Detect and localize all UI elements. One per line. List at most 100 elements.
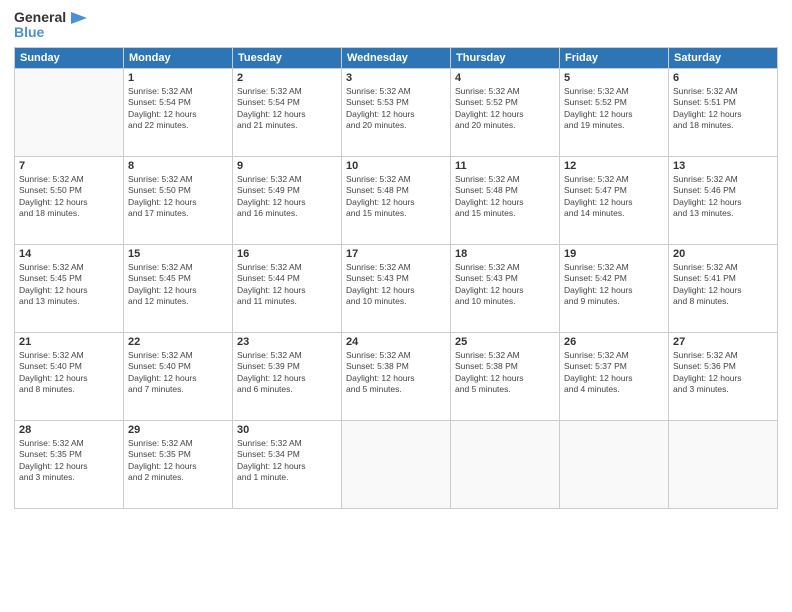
day-number: 18 — [455, 248, 555, 260]
calendar-cell: 1 Sunrise: 5:32 AM Sunset: 5:54 PM Daylig… — [124, 68, 233, 156]
day-info: Sunrise: 5:32 AM Sunset: 5:38 PM Dayligh… — [346, 350, 446, 396]
day-number: 10 — [346, 160, 446, 172]
day-number: 22 — [128, 336, 228, 348]
day-info: Sunrise: 5:32 AM Sunset: 5:53 PM Dayligh… — [346, 86, 446, 132]
day-info: Sunrise: 5:32 AM Sunset: 5:52 PM Dayligh… — [455, 86, 555, 132]
calendar-cell: 17 Sunrise: 5:32 AM Sunset: 5:43 PM Dayli… — [342, 244, 451, 332]
day-number: 28 — [19, 424, 119, 436]
day-info: Sunrise: 5:32 AM Sunset: 5:47 PM Dayligh… — [564, 174, 664, 220]
calendar-cell: 30 Sunrise: 5:32 AM Sunset: 5:34 PM Dayli… — [233, 420, 342, 508]
day-number: 26 — [564, 336, 664, 348]
day-number: 9 — [237, 160, 337, 172]
day-number: 19 — [564, 248, 664, 260]
day-info: Sunrise: 5:32 AM Sunset: 5:35 PM Dayligh… — [19, 438, 119, 484]
day-number: 24 — [346, 336, 446, 348]
day-info: Sunrise: 5:32 AM Sunset: 5:51 PM Dayligh… — [673, 86, 773, 132]
day-number: 30 — [237, 424, 337, 436]
calendar-cell: 13 Sunrise: 5:32 AM Sunset: 5:46 PM Dayli… — [669, 156, 778, 244]
calendar-cell: 5 Sunrise: 5:32 AM Sunset: 5:52 PM Daylig… — [560, 68, 669, 156]
day-info: Sunrise: 5:32 AM Sunset: 5:38 PM Dayligh… — [455, 350, 555, 396]
calendar-cell: 20 Sunrise: 5:32 AM Sunset: 5:41 PM Dayli… — [669, 244, 778, 332]
calendar-table: SundayMondayTuesdayWednesdayThursdayFrid… — [14, 47, 778, 509]
day-info: Sunrise: 5:32 AM Sunset: 5:45 PM Dayligh… — [128, 262, 228, 308]
day-number: 6 — [673, 72, 773, 84]
calendar-cell: 14 Sunrise: 5:32 AM Sunset: 5:45 PM Dayli… — [15, 244, 124, 332]
day-info: Sunrise: 5:32 AM Sunset: 5:34 PM Dayligh… — [237, 438, 337, 484]
day-info: Sunrise: 5:32 AM Sunset: 5:44 PM Dayligh… — [237, 262, 337, 308]
calendar-cell — [560, 420, 669, 508]
calendar-cell: 6 Sunrise: 5:32 AM Sunset: 5:51 PM Daylig… — [669, 68, 778, 156]
day-info: Sunrise: 5:32 AM Sunset: 5:50 PM Dayligh… — [128, 174, 228, 220]
day-header-friday: Friday — [560, 47, 669, 68]
day-info: Sunrise: 5:32 AM Sunset: 5:48 PM Dayligh… — [455, 174, 555, 220]
calendar-cell: 9 Sunrise: 5:32 AM Sunset: 5:49 PM Daylig… — [233, 156, 342, 244]
day-header-wednesday: Wednesday — [342, 47, 451, 68]
day-number: 11 — [455, 160, 555, 172]
day-number: 2 — [237, 72, 337, 84]
day-info: Sunrise: 5:32 AM Sunset: 5:41 PM Dayligh… — [673, 262, 773, 308]
day-number: 15 — [128, 248, 228, 260]
day-number: 7 — [19, 160, 119, 172]
day-info: Sunrise: 5:32 AM Sunset: 5:46 PM Dayligh… — [673, 174, 773, 220]
day-info: Sunrise: 5:32 AM Sunset: 5:48 PM Dayligh… — [346, 174, 446, 220]
calendar-cell: 23 Sunrise: 5:32 AM Sunset: 5:39 PM Dayli… — [233, 332, 342, 420]
calendar-cell: 26 Sunrise: 5:32 AM Sunset: 5:37 PM Dayli… — [560, 332, 669, 420]
day-info: Sunrise: 5:32 AM Sunset: 5:35 PM Dayligh… — [128, 438, 228, 484]
day-info: Sunrise: 5:32 AM Sunset: 5:45 PM Dayligh… — [19, 262, 119, 308]
page-header: General Blue — [14, 10, 778, 41]
day-number: 16 — [237, 248, 337, 260]
day-number: 13 — [673, 160, 773, 172]
calendar-cell: 22 Sunrise: 5:32 AM Sunset: 5:40 PM Dayli… — [124, 332, 233, 420]
calendar-cell: 21 Sunrise: 5:32 AM Sunset: 5:40 PM Dayli… — [15, 332, 124, 420]
calendar-cell: 28 Sunrise: 5:32 AM Sunset: 5:35 PM Dayli… — [15, 420, 124, 508]
day-info: Sunrise: 5:32 AM Sunset: 5:54 PM Dayligh… — [237, 86, 337, 132]
day-number: 25 — [455, 336, 555, 348]
day-info: Sunrise: 5:32 AM Sunset: 5:49 PM Dayligh… — [237, 174, 337, 220]
day-info: Sunrise: 5:32 AM Sunset: 5:37 PM Dayligh… — [564, 350, 664, 396]
day-number: 20 — [673, 248, 773, 260]
calendar-cell: 2 Sunrise: 5:32 AM Sunset: 5:54 PM Daylig… — [233, 68, 342, 156]
calendar-cell: 3 Sunrise: 5:32 AM Sunset: 5:53 PM Daylig… — [342, 68, 451, 156]
calendar-cell: 25 Sunrise: 5:32 AM Sunset: 5:38 PM Dayli… — [451, 332, 560, 420]
day-number: 3 — [346, 72, 446, 84]
day-number: 17 — [346, 248, 446, 260]
calendar-cell: 27 Sunrise: 5:32 AM Sunset: 5:36 PM Dayli… — [669, 332, 778, 420]
day-info: Sunrise: 5:32 AM Sunset: 5:39 PM Dayligh… — [237, 350, 337, 396]
calendar-cell — [451, 420, 560, 508]
day-info: Sunrise: 5:32 AM Sunset: 5:43 PM Dayligh… — [346, 262, 446, 308]
calendar-cell: 18 Sunrise: 5:32 AM Sunset: 5:43 PM Dayli… — [451, 244, 560, 332]
day-number: 4 — [455, 72, 555, 84]
day-number: 23 — [237, 336, 337, 348]
day-info: Sunrise: 5:32 AM Sunset: 5:36 PM Dayligh… — [673, 350, 773, 396]
calendar-cell: 7 Sunrise: 5:32 AM Sunset: 5:50 PM Daylig… — [15, 156, 124, 244]
calendar-cell: 12 Sunrise: 5:32 AM Sunset: 5:47 PM Dayli… — [560, 156, 669, 244]
day-info: Sunrise: 5:32 AM Sunset: 5:42 PM Dayligh… — [564, 262, 664, 308]
calendar-cell: 8 Sunrise: 5:32 AM Sunset: 5:50 PM Daylig… — [124, 156, 233, 244]
day-number: 1 — [128, 72, 228, 84]
calendar-cell — [342, 420, 451, 508]
day-info: Sunrise: 5:32 AM Sunset: 5:43 PM Dayligh… — [455, 262, 555, 308]
calendar-cell — [15, 68, 124, 156]
logo: General Blue — [14, 10, 87, 41]
day-header-monday: Monday — [124, 47, 233, 68]
day-number: 12 — [564, 160, 664, 172]
calendar-cell: 4 Sunrise: 5:32 AM Sunset: 5:52 PM Daylig… — [451, 68, 560, 156]
day-info: Sunrise: 5:32 AM Sunset: 5:50 PM Dayligh… — [19, 174, 119, 220]
day-info: Sunrise: 5:32 AM Sunset: 5:40 PM Dayligh… — [19, 350, 119, 396]
calendar-cell: 29Sunrise: 5:32 AM Sunset: 5:35 PM Dayli… — [124, 420, 233, 508]
day-header-saturday: Saturday — [669, 47, 778, 68]
day-number: 14 — [19, 248, 119, 260]
calendar-cell: 19 Sunrise: 5:32 AM Sunset: 5:42 PM Dayli… — [560, 244, 669, 332]
day-number: 5 — [564, 72, 664, 84]
calendar-cell: 11 Sunrise: 5:32 AM Sunset: 5:48 PM Dayli… — [451, 156, 560, 244]
day-header-thursday: Thursday — [451, 47, 560, 68]
calendar-cell: 16 Sunrise: 5:32 AM Sunset: 5:44 PM Dayli… — [233, 244, 342, 332]
day-info: Sunrise: 5:32 AM Sunset: 5:52 PM Dayligh… — [564, 86, 664, 132]
day-number: 8 — [128, 160, 228, 172]
day-number: 21 — [19, 336, 119, 348]
day-info: Sunrise: 5:32 AM Sunset: 5:54 PM Dayligh… — [128, 86, 228, 132]
calendar-cell — [669, 420, 778, 508]
day-info: Sunrise: 5:32 AM Sunset: 5:40 PM Dayligh… — [128, 350, 228, 396]
day-number: 27 — [673, 336, 773, 348]
calendar-cell: 15 Sunrise: 5:32 AM Sunset: 5:45 PM Dayli… — [124, 244, 233, 332]
